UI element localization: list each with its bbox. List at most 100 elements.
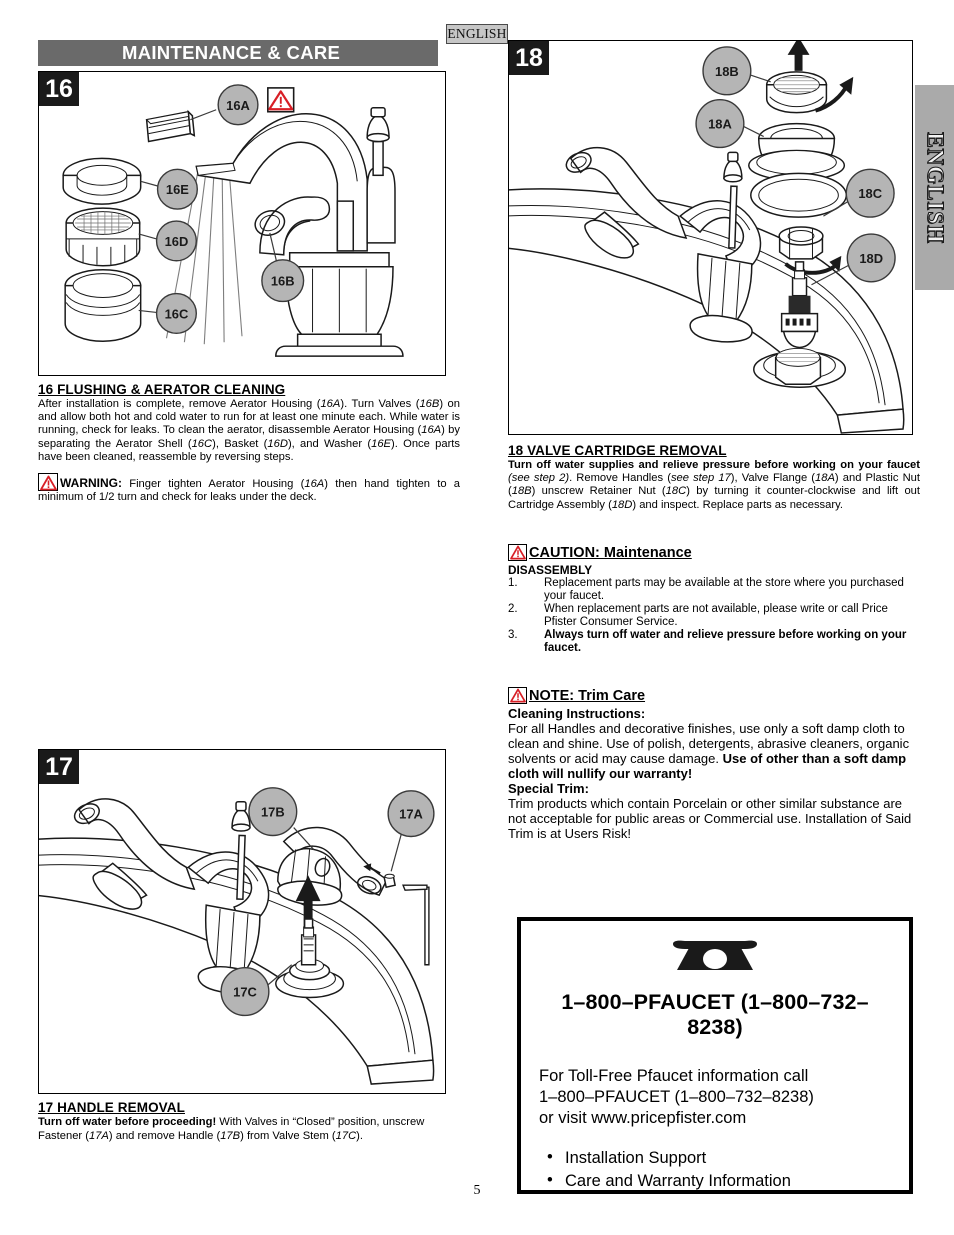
toll-free-number-headline: 1–800–PFAUCET (1–800–732–8238) — [561, 990, 869, 1039]
page-title-bar: MAINTENANCE & CARE — [38, 40, 438, 66]
figure-17: 17 17B 17A 17C — [38, 749, 446, 1095]
s17-text-4: ). — [356, 1129, 364, 1142]
figure-16: 16 16A 16E 16D 16C 16B — [38, 71, 446, 376]
contact-line-1: For Toll-Free Pfaucet information call — [539, 1067, 809, 1085]
section-16-body: After installation is complete, remove A… — [38, 398, 460, 464]
s18-ref-18b: 18B — [511, 485, 532, 498]
list-item: 1. Replacement parts may be available at… — [508, 577, 920, 603]
s18-text-1: . Remove Handles ( — [569, 472, 671, 485]
section-16-title: 16 FLUSHING & AERATOR CLEANING — [38, 382, 286, 397]
svg-text:16A: 16A — [226, 98, 250, 113]
callout-18C: 18C — [845, 168, 895, 218]
s17-text-2: ) and remove Handle ( — [108, 1129, 221, 1142]
svg-text:18B: 18B — [715, 64, 739, 79]
list-item-text: Always turn off water and relieve pressu… — [544, 628, 907, 654]
right-column: 18 18B 18A 18C 18D 18 VALVE CARTRIDGE RE… — [508, 40, 920, 841]
callout-16B: 16B — [261, 259, 305, 303]
list-item-number: 2. — [508, 602, 518, 615]
svg-text:18A: 18A — [708, 117, 732, 132]
callout-16C: 16C — [155, 292, 197, 334]
figure-17-number: 17 — [39, 750, 79, 785]
figure-16-illustration: 16A 16E 16D 16C 16B — [62, 84, 404, 357]
s17-ref-17a: 17A — [88, 1129, 109, 1142]
section-17-title: 17 HANDLE REMOVAL — [38, 1100, 185, 1116]
s17-ref-17b: 17B — [220, 1129, 241, 1142]
list-item: 2. When replacement parts are not availa… — [508, 603, 920, 629]
s17-ref-17c: 17C — [335, 1129, 357, 1142]
svg-text:16B: 16B — [271, 274, 295, 289]
section-16-warning: WARNING: Finger tighten Aerator Housing … — [38, 473, 460, 504]
s18-italic-2: see step 17 — [670, 472, 731, 485]
warning-triangle-icon — [508, 543, 527, 561]
s16-ref-16d: 16D — [267, 437, 288, 450]
callout-18B: 18B — [702, 46, 752, 96]
svg-text:18D: 18D — [859, 251, 883, 266]
list-item-number: 1. — [508, 576, 518, 589]
callout-18D: 18D — [846, 233, 896, 283]
callout-16E: 16E — [156, 168, 198, 210]
figure-16-number: 16 — [39, 72, 79, 106]
note-sub-cleaning: Cleaning Instructions: — [508, 705, 646, 721]
contact-line-3: or visit www.pricepfister.com — [539, 1109, 747, 1127]
s16-text-5: ), Basket ( — [212, 437, 268, 450]
s18-text-4: ) unscrew Retainer Nut ( — [531, 485, 666, 498]
callout-18A: 18A — [695, 99, 745, 149]
section-18-title: 18 VALVE CARTRIDGE REMOVAL — [508, 443, 727, 458]
s16-text-2: ). Turn Valves ( — [340, 398, 420, 410]
note-sub-special-trim: Special Trim: — [508, 780, 589, 796]
page-number: 5 — [473, 1183, 481, 1198]
contact-info-box: 1–800–PFAUCET (1–800–732–8238) For Toll-… — [517, 917, 913, 1194]
note-body: Cleaning Instructions: For all Handles a… — [508, 706, 920, 841]
note-heading-label: NOTE: Trim Care — [529, 687, 646, 704]
s16-ref-16e: 16E — [371, 437, 392, 450]
language-tab-side-label: ENGLISH — [922, 131, 948, 244]
caution-list: 1. Replacement parts may be available at… — [508, 577, 920, 655]
s18-italic-1: (see step 2) — [508, 472, 570, 485]
part-18C — [778, 226, 824, 260]
s17-text-3: ) from Valve Stem ( — [240, 1129, 336, 1142]
svg-text:16E: 16E — [166, 182, 189, 197]
list-item: • Installation Support — [539, 1147, 891, 1170]
language-tab-side: ENGLISH — [915, 85, 954, 290]
caution-subheading: DISASSEMBLY — [508, 562, 593, 577]
note-heading: NOTE: Trim Care — [508, 686, 920, 704]
part-18B — [765, 71, 828, 114]
warning-triangle-icon — [267, 87, 295, 113]
s16-ref-16b: 16B — [419, 398, 440, 410]
list-item-text: Replacement parts may be available at th… — [544, 576, 904, 602]
note-paragraph-1: For all Handles and decorative finishes,… — [508, 721, 920, 781]
s16-text-6: ), and Washer ( — [287, 437, 372, 450]
svg-text:16C: 16C — [165, 306, 189, 321]
s16-ref-16c: 16C — [191, 437, 213, 450]
warning-triangle-icon — [508, 686, 527, 704]
s18-text-6: ) and inspect. Replace parts as necessar… — [632, 498, 843, 511]
callout-17B: 17B — [248, 787, 298, 837]
s18-text-2: ), Valve Flange ( — [730, 472, 816, 485]
svg-text:16D: 16D — [165, 234, 189, 249]
s18-ref-18a: 18A — [815, 472, 835, 485]
section-18-body: Turn off water supplies and relieve pres… — [508, 459, 920, 512]
page-title: MAINTENANCE & CARE — [122, 42, 341, 63]
note-paragraph-2: Trim products which contain Porcelain or… — [508, 795, 912, 841]
s16-ref-16a-1: 16A — [320, 398, 341, 410]
section-17-body: Turn off water before proceeding! With V… — [38, 1116, 460, 1142]
svg-text:17A: 17A — [399, 807, 423, 822]
s16-text-1: After installation is complete, remove A… — [38, 398, 321, 410]
s18-ref-18d: 18D — [611, 498, 633, 511]
list-item-text: Installation Support — [565, 1149, 707, 1167]
figure-18-illustration: 18B 18A 18C 18D — [509, 41, 905, 434]
callout-17A: 17A — [387, 790, 435, 838]
s16-warning-ref: 16A — [304, 478, 325, 491]
contact-instructions: For Toll-Free Pfaucet information call 1… — [539, 1066, 891, 1129]
left-column: MAINTENANCE & CARE 16 16A 16E 16D 16C 16… — [38, 40, 460, 1143]
figure-18: 18 18B 18A 18C 18D — [508, 40, 913, 435]
list-item: 3. Always turn off water and relieve pre… — [508, 629, 920, 655]
list-item-text: When replacement parts are not available… — [544, 602, 888, 628]
up-arrow-icon — [787, 41, 810, 71]
svg-text:18C: 18C — [858, 186, 882, 201]
s18-ref-18c: 18C — [665, 485, 687, 498]
figure-17-illustration: 17B 17A 17C — [39, 787, 435, 1086]
telephone-icon — [539, 937, 891, 978]
part-18A — [748, 122, 846, 182]
s16-warning-label: WARNING: — [60, 476, 122, 491]
